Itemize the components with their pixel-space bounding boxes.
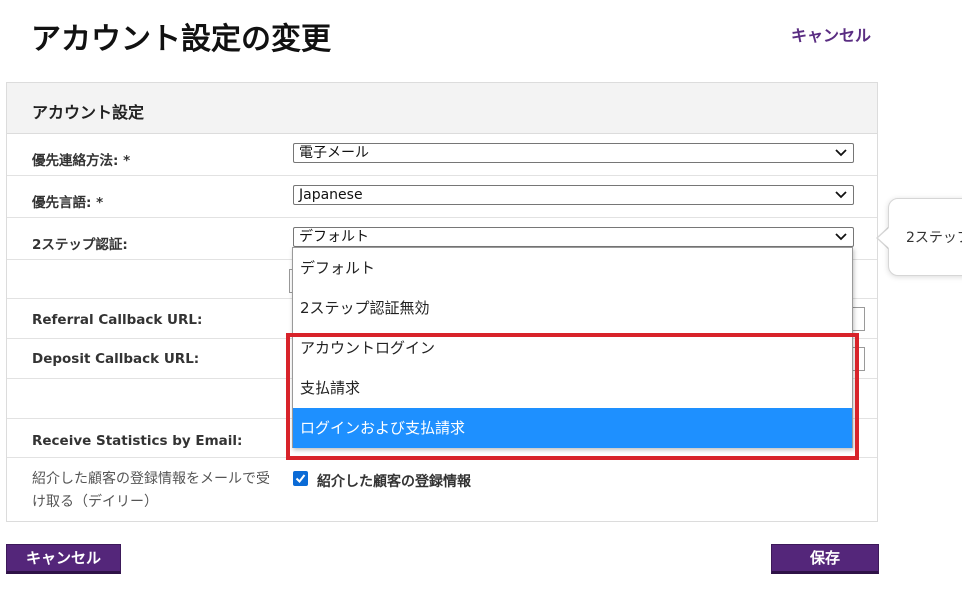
tooltip-arrow-inner <box>878 227 890 249</box>
receive-stats-label: Receive Statistics by Email: <box>32 433 243 449</box>
panel-title: アカウント設定 <box>32 103 145 122</box>
chevron-down-icon <box>835 191 847 199</box>
two-step-select[interactable]: デフォルト <box>293 227 854 247</box>
chevron-down-icon <box>835 149 847 157</box>
referral-callback-label: Referral Callback URL: <box>32 312 203 328</box>
row-divider <box>7 175 877 176</box>
referral-callback-input[interactable] <box>852 307 865 331</box>
cancel-button[interactable]: キャンセル <box>6 544 121 574</box>
row-divider <box>7 457 877 458</box>
deposit-callback-input[interactable] <box>852 347 865 371</box>
header-cancel-link[interactable]: キャンセル <box>791 22 871 46</box>
two-step-value: デフォルト <box>299 229 369 245</box>
save-button[interactable]: 保存 <box>771 544 879 574</box>
referral-email-checkbox[interactable] <box>293 471 308 486</box>
tooltip-bubble: 2ステップ <box>888 198 962 276</box>
language-label: 優先言語: * <box>32 195 104 211</box>
language-select[interactable]: Japanese <box>293 185 854 205</box>
contact-method-select[interactable]: 電子メール <box>293 143 854 163</box>
row-divider <box>7 217 877 218</box>
dropdown-option-account-login[interactable]: アカウントログイン <box>293 328 852 368</box>
referral-email-checkbox-label: 紹介した顧客の登録情報 <box>317 474 471 490</box>
chevron-down-icon <box>835 233 847 241</box>
referral-email-label: 紹介した顧客の登録情報をメールで受け取る（デイリー） <box>32 471 270 510</box>
deposit-callback-label: Deposit Callback URL: <box>32 351 200 367</box>
contact-method-label: 優先連絡方法: * <box>32 153 131 169</box>
two-step-dropdown-list: デフォルト 2ステップ認証無効 アカウントログイン 支払請求 ログインおよび支払… <box>292 247 853 448</box>
contact-method-value: 電子メール <box>299 145 369 161</box>
language-value: Japanese <box>299 187 363 203</box>
panel-header: アカウント設定 <box>7 83 877 134</box>
dropdown-option-default[interactable]: デフォルト <box>293 248 852 288</box>
dropdown-option-disabled[interactable]: 2ステップ認証無効 <box>293 288 852 328</box>
page-title: アカウント設定の変更 <box>31 22 331 57</box>
dropdown-option-payment-request[interactable]: 支払請求 <box>293 368 852 408</box>
two-step-label: 2ステップ認証: <box>32 237 128 253</box>
tooltip-text: 2ステップ <box>906 230 962 246</box>
checkmark-icon <box>295 474 306 484</box>
dropdown-option-login-and-payment[interactable]: ログインおよび支払請求 <box>293 408 852 448</box>
